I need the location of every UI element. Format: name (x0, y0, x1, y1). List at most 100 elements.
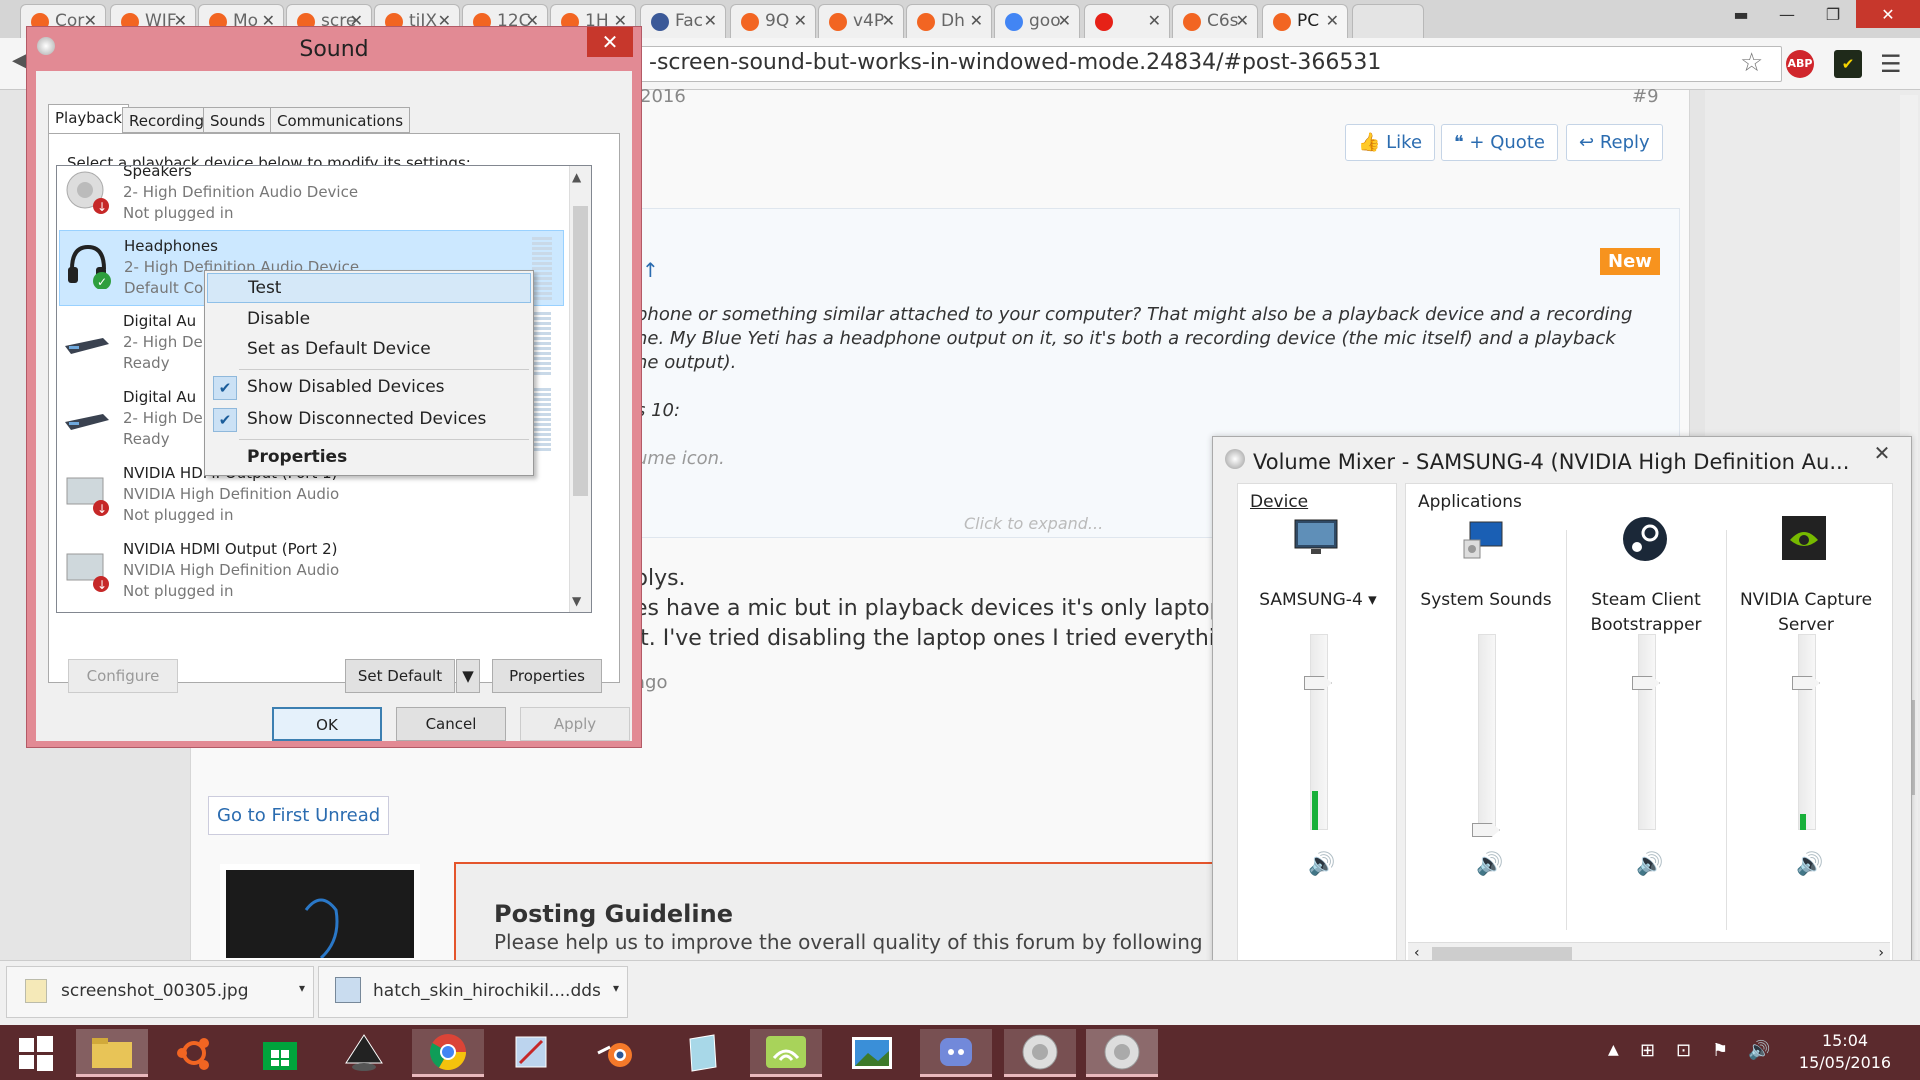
menu-item-show-disabled[interactable]: ✔ Show Disabled Devices (207, 373, 531, 403)
network-icon[interactable]: ⊡ (1676, 1040, 1691, 1061)
norton-icon[interactable]: ✔ (1834, 50, 1862, 78)
speaker-icon[interactable]: 🔊 (1476, 852, 1503, 877)
ok-button[interactable]: OK (272, 707, 382, 741)
monitor-icon[interactable] (1293, 518, 1339, 558)
first-unread-link[interactable]: Go to First Unread (208, 796, 390, 835)
notepad-icon[interactable] (666, 1029, 738, 1077)
scroll-up-icon[interactable]: ▲ (572, 170, 581, 184)
new-tab-button[interactable] (1352, 4, 1424, 38)
adblock-plus-icon[interactable]: ABP (1786, 50, 1814, 78)
device-status: Default Co (124, 279, 204, 297)
menu-item-show-disconnected[interactable]: ✔ Show Disconnected Devices (207, 405, 531, 435)
speaker-app-icon-2[interactable] (1086, 1029, 1158, 1077)
tab-close-icon[interactable]: ✕ (970, 11, 983, 30)
tab-close-icon[interactable]: ✕ (794, 11, 807, 30)
nvidia-icon[interactable] (1782, 516, 1826, 560)
speaker-app-icon[interactable] (1004, 1029, 1076, 1077)
click-to-expand[interactable]: Click to expand... (964, 514, 1103, 533)
browser-tab[interactable]: v4P ✕ (818, 4, 904, 38)
speaker-icon[interactable]: 🔊 (1636, 852, 1663, 877)
browser-tab[interactable]: goo ✕ (994, 4, 1080, 38)
minimize-button[interactable]: — (1764, 0, 1810, 28)
windows-tray-icon[interactable]: ⊞ (1640, 1040, 1655, 1061)
menu-item-set-default[interactable]: Set as Default Device (207, 335, 531, 365)
quote-button[interactable]: ❝ + Quote (1441, 124, 1558, 161)
paint-icon[interactable] (496, 1029, 568, 1077)
tab-close-icon[interactable]: ✕ (704, 11, 717, 30)
browser-tab[interactable]: Dh ✕ (906, 4, 992, 38)
menu-item-test[interactable]: Test (207, 273, 531, 303)
browser-tab[interactable]: Fac ✕ (640, 4, 726, 38)
clock[interactable]: 15:04 15/05/2016 (1790, 1030, 1900, 1074)
configure-button[interactable]: Configure (68, 659, 178, 693)
system-sounds-icon[interactable] (1462, 518, 1508, 560)
menu-item-properties[interactable]: Properties (207, 443, 531, 473)
scroll-thumb[interactable] (573, 206, 588, 496)
tab-close-icon[interactable]: ✕ (1148, 11, 1161, 30)
file-explorer-icon[interactable] (76, 1029, 148, 1077)
sound-close-button[interactable]: ✕ (587, 27, 633, 57)
action-center-flag-icon[interactable]: ⚑ (1712, 1040, 1728, 1061)
chevron-down-icon[interactable]: ▾ (613, 981, 619, 995)
menu-item-disable[interactable]: Disable (207, 305, 531, 335)
cancel-button[interactable]: Cancel (396, 707, 506, 741)
browser-tab[interactable]: PC ✕ (1262, 4, 1348, 38)
mixer-close-button[interactable]: ✕ (1859, 439, 1905, 467)
menu-icon[interactable]: ☰ (1880, 50, 1902, 78)
apply-button[interactable]: Apply (520, 707, 630, 741)
post-number[interactable]: #9 (1632, 86, 1659, 107)
discord-icon[interactable] (920, 1029, 992, 1077)
inkscape-icon[interactable] (328, 1029, 400, 1077)
reply-button[interactable]: ↩ Reply (1566, 124, 1663, 161)
browser-tab[interactable]: ✕ (1084, 4, 1170, 38)
device-speakers[interactable]: ↓ Speakers 2- High Definition Audio Devi… (59, 166, 564, 232)
tab-playback[interactable]: Playback (48, 104, 129, 134)
volume-icon[interactable]: 🔊 (1748, 1040, 1770, 1061)
store-icon[interactable] (244, 1029, 316, 1077)
set-default-dropdown-icon[interactable]: ▼ (456, 659, 480, 693)
app-volume-track[interactable] (1478, 634, 1496, 830)
wifi-app-icon[interactable] (750, 1029, 822, 1077)
tab-communications[interactable]: Communications (270, 107, 411, 133)
scroll-right-icon[interactable]: › (1878, 945, 1884, 961)
address-bar[interactable]: -screen-sound-but-works-in-windowed-mode… (612, 46, 1782, 82)
device-name-dropdown[interactable]: SAMSUNG-4 ▾ (1238, 588, 1398, 613)
tab-close-icon[interactable]: ✕ (882, 11, 895, 30)
download-item[interactable]: screenshot_00305.jpg ▾ (6, 966, 314, 1018)
quote-arrow-icon[interactable]: ↑ (642, 258, 659, 282)
close-button[interactable]: ✕ (1856, 0, 1920, 28)
start-button[interactable] (0, 1029, 72, 1077)
tab-close-icon[interactable]: ✕ (1058, 11, 1071, 30)
speaker-icon[interactable]: 🔊 (1796, 852, 1823, 877)
steam-icon[interactable] (1622, 516, 1668, 562)
tab-close-icon[interactable]: ✕ (1326, 11, 1339, 30)
app-volume-track[interactable] (1638, 634, 1656, 830)
tray-chevron-up-icon[interactable]: ▲ (1608, 1042, 1619, 1058)
user-icon[interactable]: ▬ (1718, 0, 1764, 28)
app-name: NVIDIA Capture Server (1739, 590, 1873, 635)
properties-button[interactable]: Properties (492, 659, 602, 693)
chevron-down-icon[interactable]: ▾ (299, 981, 305, 995)
maximize-button[interactable]: ❐ (1810, 0, 1856, 28)
tab-close-icon[interactable]: ✕ (1236, 11, 1249, 30)
digital-audio-icon (63, 392, 111, 440)
tab-recording[interactable]: Recording (122, 107, 212, 133)
scroll-left-icon[interactable]: ‹ (1414, 945, 1420, 961)
speaker-icon[interactable]: 🔊 (1308, 852, 1335, 877)
device-list-scrollbar[interactable]: ▲ ▼ (569, 166, 591, 612)
browser-tab[interactable]: 9Q ✕ (730, 4, 816, 38)
app-volume-track[interactable] (1798, 634, 1816, 830)
tab-sounds[interactable]: Sounds (203, 107, 273, 133)
device-hdmi-2[interactable]: ↓ NVIDIA HDMI Output (Port 2) NVIDIA Hig… (59, 534, 564, 610)
browser-tab[interactable]: C6s ✕ (1172, 4, 1258, 38)
blender-icon[interactable] (580, 1029, 652, 1077)
scroll-down-icon[interactable]: ▼ (572, 594, 581, 608)
download-item[interactable]: hatch_skin_hirochikil....dds ▾ (318, 966, 628, 1018)
set-default-button[interactable]: Set Default (345, 659, 455, 693)
ubuntu-app-icon[interactable] (158, 1029, 230, 1077)
photos-icon[interactable] (836, 1029, 908, 1077)
chrome-icon[interactable] (412, 1029, 484, 1077)
star-icon[interactable]: ☆ (1740, 48, 1763, 78)
mixer-app-icon (1225, 449, 1245, 469)
like-button[interactable]: 👍 Like (1345, 124, 1436, 161)
